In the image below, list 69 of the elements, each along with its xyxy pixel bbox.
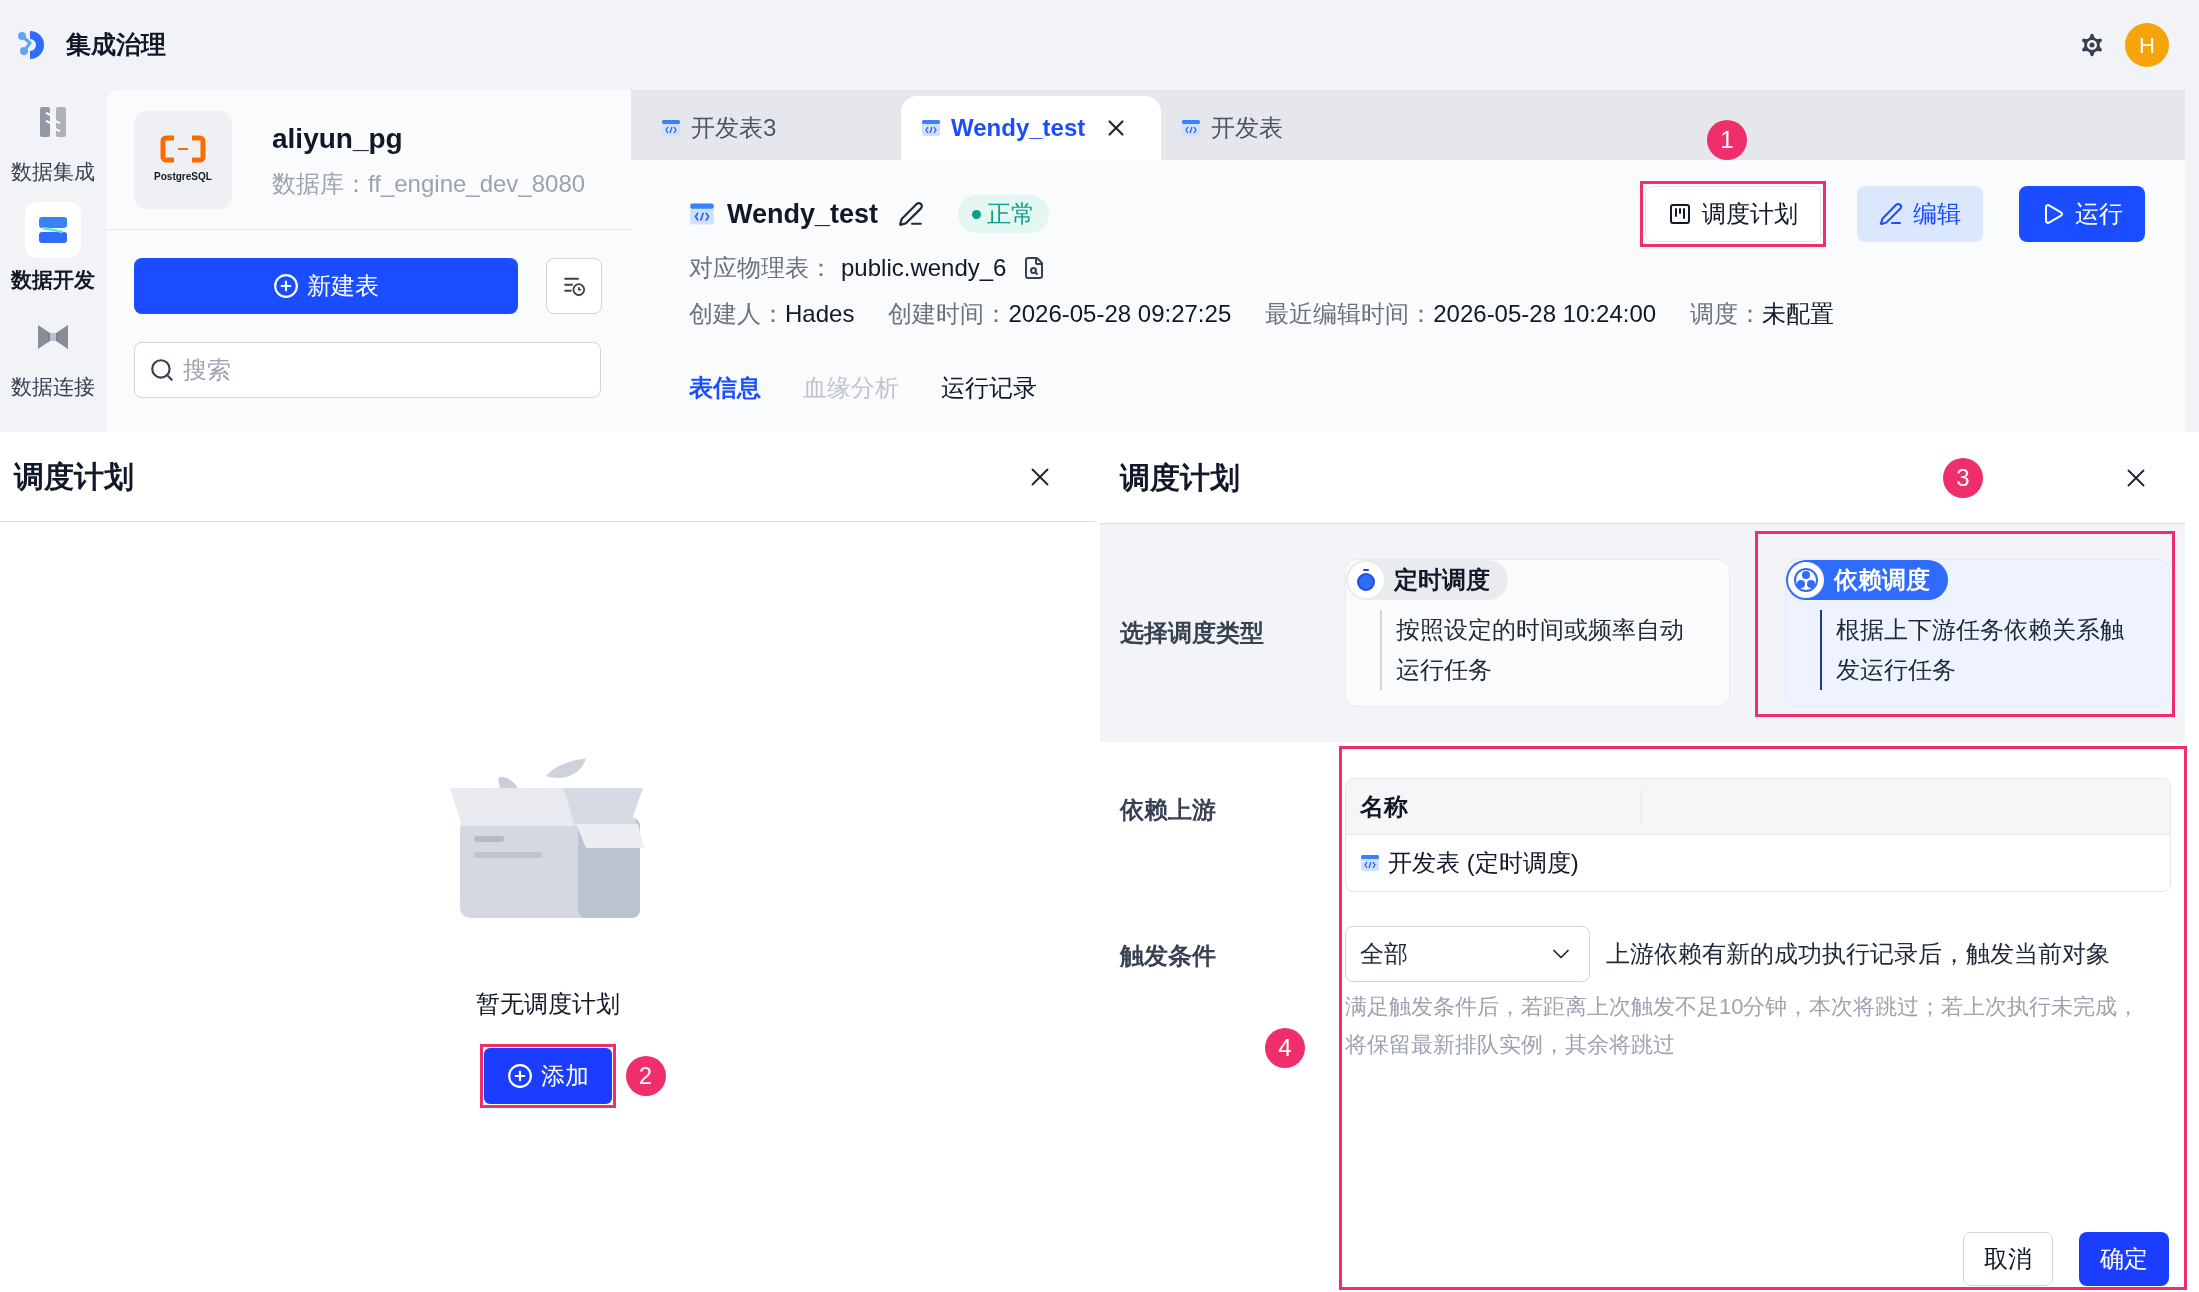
- schedule-type-card[interactable]: 定时调度 按照设定的时间或频率自动运行任务: [1345, 559, 1730, 707]
- action-button[interactable]: 编辑: [1857, 186, 1983, 242]
- meta-value: 2026-05-28 09:27:25: [1008, 299, 1232, 329]
- add-button[interactable]: 添加: [483, 1048, 612, 1104]
- code-table-icon: [921, 118, 941, 138]
- dialog-title: 调度计划: [1120, 460, 1240, 496]
- postgresql-logo: PostgreSQL: [134, 110, 232, 209]
- trigger-hint: 满足触发条件后，若距离上次触发不足10分钟，本次将跳过；若上次执行未完成，将保留最新排队实例，其余将跳过: [1345, 993, 2141, 1059]
- meta-label: 调度：: [1690, 299, 1763, 329]
- action-button[interactable]: 运行: [2019, 186, 2145, 242]
- meta-value: Hades: [785, 299, 855, 329]
- schedule-type-card[interactable]: 依赖调度 根据上下游任务依赖关系触发运行任务: [1785, 559, 2170, 707]
- meta-label: 创建人：: [689, 299, 785, 329]
- meta-label: 创建时间：: [888, 299, 1009, 329]
- edit-icon[interactable]: [898, 201, 925, 227]
- network-icon: [1793, 567, 1819, 593]
- code-table-icon: [1360, 853, 1380, 873]
- search-field[interactable]: 搜索: [134, 342, 601, 398]
- search-icon: [149, 357, 175, 383]
- schedule-list-button[interactable]: [546, 258, 602, 314]
- editor-tab[interactable]: 开发表: [1161, 96, 1421, 160]
- integration-icon: [38, 105, 68, 139]
- code-table-icon: [689, 201, 715, 227]
- meta-label: 最近编辑时间：: [1265, 299, 1434, 329]
- empty-message: 暂无调度计划: [475, 989, 620, 1019]
- trigger-select[interactable]: 全部: [1345, 926, 1590, 982]
- physical-table-label: 对应物理表：: [689, 253, 833, 283]
- field-label: 选择调度类型: [1120, 619, 1264, 646]
- dialog-title: 调度计划: [14, 459, 134, 495]
- cancel-button[interactable]: 取消: [1963, 1232, 2053, 1286]
- step-badge: 4: [1265, 1028, 1305, 1068]
- physical-table-value: public.wendy_6: [841, 253, 1007, 283]
- meta-value: 未配置: [1762, 299, 1835, 329]
- pencil-icon: [1879, 202, 1903, 226]
- step-badge: 3: [1943, 458, 1983, 498]
- nav-item[interactable]: 数据集成: [11, 94, 95, 188]
- detail-tab[interactable]: 运行记录: [941, 370, 1037, 406]
- editor-tab[interactable]: Wendy_test: [901, 96, 1161, 160]
- database-name: 数据库：ff_engine_dev_8080: [272, 168, 586, 199]
- status-tag: 正常: [958, 195, 1050, 233]
- stack-icon: [37, 214, 69, 245]
- datasource-name: aliyun_pg: [272, 121, 404, 156]
- table-name: Wendy_test: [727, 197, 879, 231]
- nav-item[interactable]: 数据连接: [11, 309, 95, 403]
- code-table-icon: [1181, 118, 1201, 138]
- confirm-button[interactable]: 确定: [2079, 1232, 2169, 1286]
- trigger-description: 上游依赖有新的成功执行记录后，触发当前对象: [1606, 939, 2110, 969]
- detail-tab[interactable]: 表信息: [689, 370, 761, 406]
- table-cell-text: 开发表 (定时调度): [1388, 848, 1579, 878]
- nav-item[interactable]: 数据开发: [11, 201, 95, 295]
- step-badge: 2: [625, 1056, 666, 1096]
- field-label: 触发条件: [1120, 942, 1216, 969]
- new-table-button[interactable]: 新建表: [134, 258, 518, 314]
- code-table-icon: [661, 118, 681, 138]
- app-title: 集成治理: [66, 29, 166, 61]
- panel-icon: [1668, 202, 1692, 226]
- plus-icon: [506, 1063, 533, 1089]
- search-input[interactable]: 搜索: [183, 352, 586, 388]
- plus-icon: [273, 273, 299, 299]
- meta-value: 2026-05-28 10:24:00: [1433, 299, 1657, 329]
- column-header: 名称: [1360, 788, 1642, 825]
- timer-icon: [1354, 568, 1378, 592]
- type-description: 根据上下游任务依赖关系触发运行任务: [1836, 615, 2125, 685]
- connector-icon: [36, 323, 70, 351]
- editor-tab[interactable]: 开发表3: [641, 96, 901, 160]
- type-description: 按照设定的时间或频率自动运行任务: [1396, 615, 1685, 685]
- field-label: 依赖上游: [1120, 796, 1216, 823]
- list-clock-icon: [562, 275, 586, 297]
- action-button[interactable]: 调度计划: [1645, 186, 1821, 242]
